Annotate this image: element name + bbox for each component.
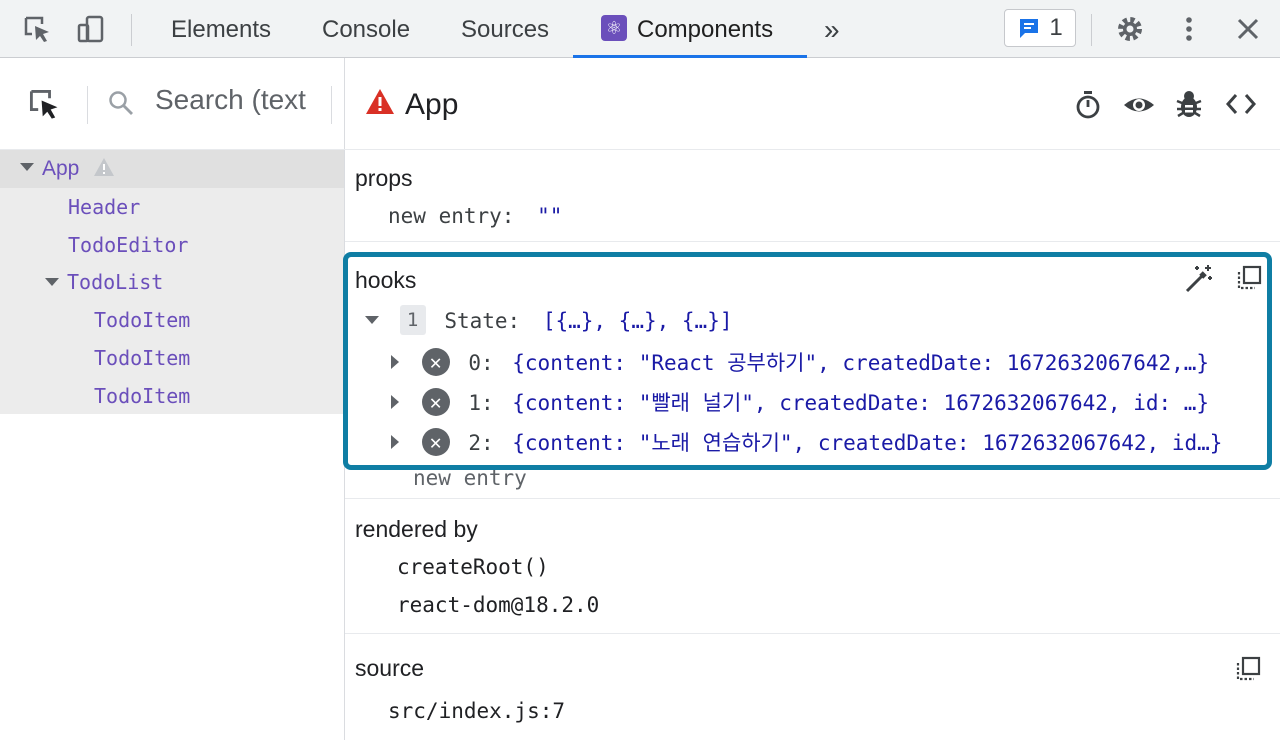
tree-item-todolist[interactable]: TodoList [0,263,344,301]
source-location[interactable]: src/index.js:7 [388,699,565,723]
tree-item-todoitem[interactable]: TodoItem [0,339,344,377]
inspect-element-icon[interactable] [20,12,54,46]
close-icon[interactable] [1231,12,1265,46]
warning-icon [94,158,115,177]
select-element-icon[interactable] [28,88,62,127]
view-source-code-icon[interactable] [1225,90,1257,123]
hook-item-key: 2: [468,431,494,455]
expand-triangle-icon[interactable] [391,395,399,409]
rendered-by-item[interactable]: react-dom@18.2.0 [397,593,599,617]
hooks-section-title: hooks [355,267,417,293]
source-section-title: source [355,655,425,681]
tab-components[interactable]: ⚛ Components [601,0,773,58]
rendered-by-section-title: rendered by [355,516,478,542]
hook-state-key: State: [444,309,521,333]
hook-state-item[interactable]: ✕ 2: {content: "노래 연습하기", createdDate: 1… [391,427,1222,458]
tree-item-label: TodoList [67,270,164,294]
prop-key: new entry: [388,204,515,228]
issues-count: 1 [1049,14,1063,41]
tree-item-label: App [42,157,80,180]
tree-item-label: TodoEditor [68,233,189,257]
hook-index-badge: 1 [399,305,426,335]
hook-state-item[interactable]: ✕ 0: {content: "React 공부하기", createdDate… [391,347,1209,378]
tree-item-todoeditor[interactable]: TodoEditor [0,226,344,264]
hook-item-key: 1: [468,391,494,415]
tree-item-label: Header [68,195,141,219]
rendered-by-item[interactable]: createRoot() [397,555,549,579]
hook-state-value: [{…}, {…}, {…}] [542,309,733,333]
settings-gear-icon[interactable] [1113,12,1147,46]
tree-item-label: TodoItem [94,384,191,408]
tree-toolbar: Search (text [0,58,345,150]
search-input[interactable]: Search (text [155,84,315,116]
inspect-dom-eye-icon[interactable] [1122,90,1156,125]
hook-state-item[interactable]: ✕ 1: {content: "빨래 널기", createdDate: 167… [391,387,1209,418]
devtools-tabbar: Elements Console Sources ⚛ Components » 1 [0,0,1280,58]
device-toolbar-icon[interactable] [74,12,108,46]
copy-source-icon[interactable] [1235,656,1261,687]
props-new-entry[interactable]: new entry: "" [388,204,562,228]
tree-item-label: TodoItem [94,308,191,332]
tree-item-todoitem[interactable]: TodoItem [0,377,344,415]
suspend-timer-icon[interactable] [1073,90,1103,125]
delete-entry-icon[interactable]: ✕ [421,428,450,456]
tree-item-app[interactable]: App [0,150,344,188]
delete-entry-icon[interactable]: ✕ [421,388,450,416]
hook-item-value: {content: "빨래 널기", createdDate: 16726320… [512,391,1210,415]
more-options-icon[interactable] [1172,12,1206,46]
tab-console[interactable]: Console [322,0,410,58]
hook-item-value: {content: "React 공부하기", createdDate: 167… [512,351,1210,375]
search-icon [107,89,135,122]
props-section-title: props [355,165,413,191]
tab-sources[interactable]: Sources [461,0,549,58]
issues-chat-icon [1020,19,1039,38]
react-logo-icon: ⚛ [601,14,627,41]
expand-triangle-icon[interactable] [391,435,399,449]
tab-components-label: Components [637,16,774,43]
hook-state-row[interactable]: 1 State: [{…}, {…}, {…}] [365,305,733,337]
more-tabs-button[interactable]: » [824,0,840,58]
hook-item-value: {content: "노래 연습하기", createdDate: 167263… [512,431,1223,455]
expand-triangle-icon[interactable] [391,355,399,369]
tab-elements[interactable]: Elements [171,0,271,58]
collapse-triangle-icon[interactable] [45,277,59,286]
delete-entry-icon[interactable]: ✕ [421,348,450,376]
issues-button[interactable]: 1 [1004,9,1076,47]
tree-item-todoitem[interactable]: TodoItem [0,301,344,339]
component-name: App [405,88,459,121]
copy-hooks-icon[interactable] [1236,265,1262,296]
hooks-section: hooks 1 State: [{…}, {…}, {…}] ✕ 0: {con… [343,252,1272,470]
collapse-triangle-icon[interactable] [20,163,34,172]
debug-bug-icon[interactable] [1174,89,1204,124]
hook-item-key: 0: [468,351,494,375]
tree-item-header[interactable]: Header [0,188,344,226]
error-warning-icon [365,88,395,121]
parse-hook-names-wand-icon[interactable] [1183,263,1215,300]
collapse-triangle-icon[interactable] [365,316,379,324]
prop-value[interactable]: "" [537,204,562,228]
tree-item-label: TodoItem [94,346,191,370]
